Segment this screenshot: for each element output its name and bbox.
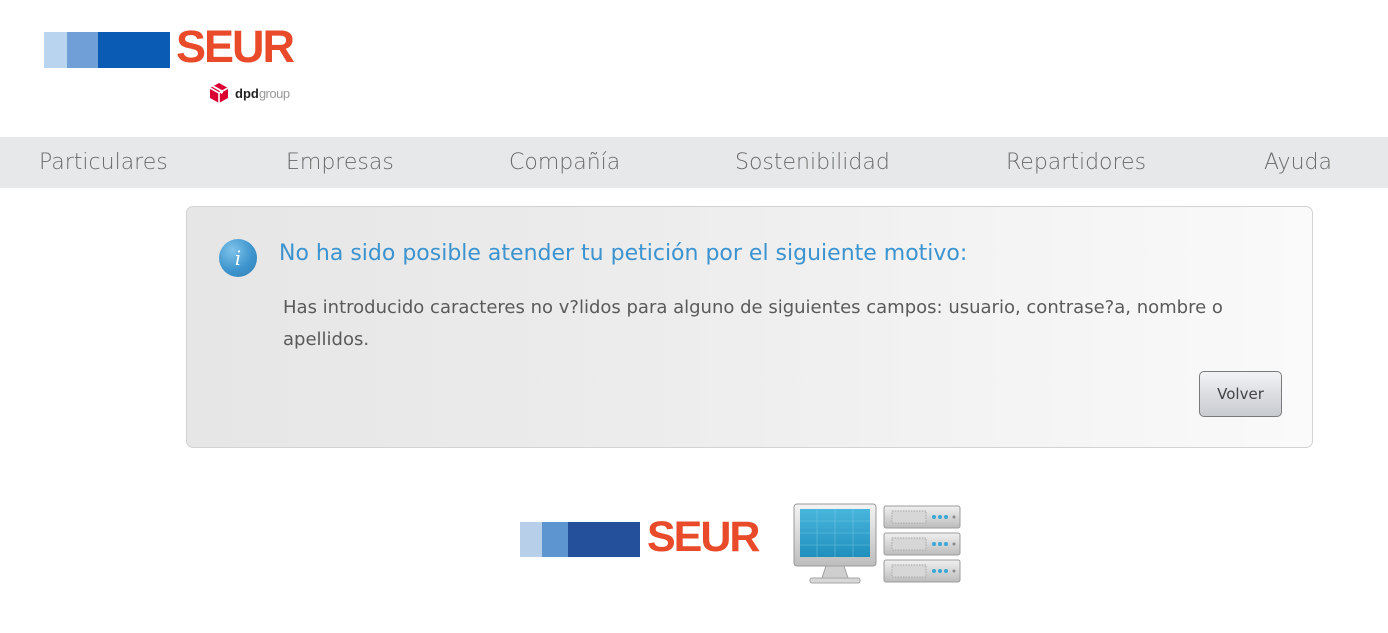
back-button[interactable]: Volver <box>1199 371 1282 417</box>
message-body: Has introducido caracteres no v?lidos pa… <box>283 297 1223 350</box>
logo-wordmark: SEUR <box>176 21 295 72</box>
dpd-cube-icon <box>209 83 229 103</box>
info-icon: i <box>219 239 257 277</box>
servers-icon <box>883 505 961 583</box>
seur-logo[interactable]: SEUR dpdgroup <box>44 21 314 108</box>
main-nav: Particulares Empresas Compañía Sostenibi… <box>0 137 1388 188</box>
nav-item-empresas[interactable]: Empresas <box>286 137 394 188</box>
logo-stripes <box>44 32 170 68</box>
footer-logo-wordmark: SEUR <box>647 513 760 561</box>
dpd-group-logo: dpdgroup <box>208 82 290 104</box>
computer-icon <box>793 503 877 584</box>
message-title: No ha sido posible atender tu petición p… <box>279 241 968 266</box>
error-message-panel: i No ha sido posible atender tu petición… <box>186 206 1313 448</box>
dpd-text: dpdgroup <box>235 85 290 101</box>
nav-item-sostenibilidad[interactable]: Sostenibilidad <box>735 137 890 188</box>
nav-item-particulares[interactable]: Particulares <box>39 137 168 188</box>
nav-item-ayuda[interactable]: Ayuda <box>1264 137 1332 188</box>
nav-item-compania[interactable]: Compañía <box>509 137 620 188</box>
footer-illustration: SEUR <box>520 494 970 590</box>
footer-logo-stripes <box>520 522 640 557</box>
nav-item-repartidores[interactable]: Repartidores <box>1006 137 1146 188</box>
